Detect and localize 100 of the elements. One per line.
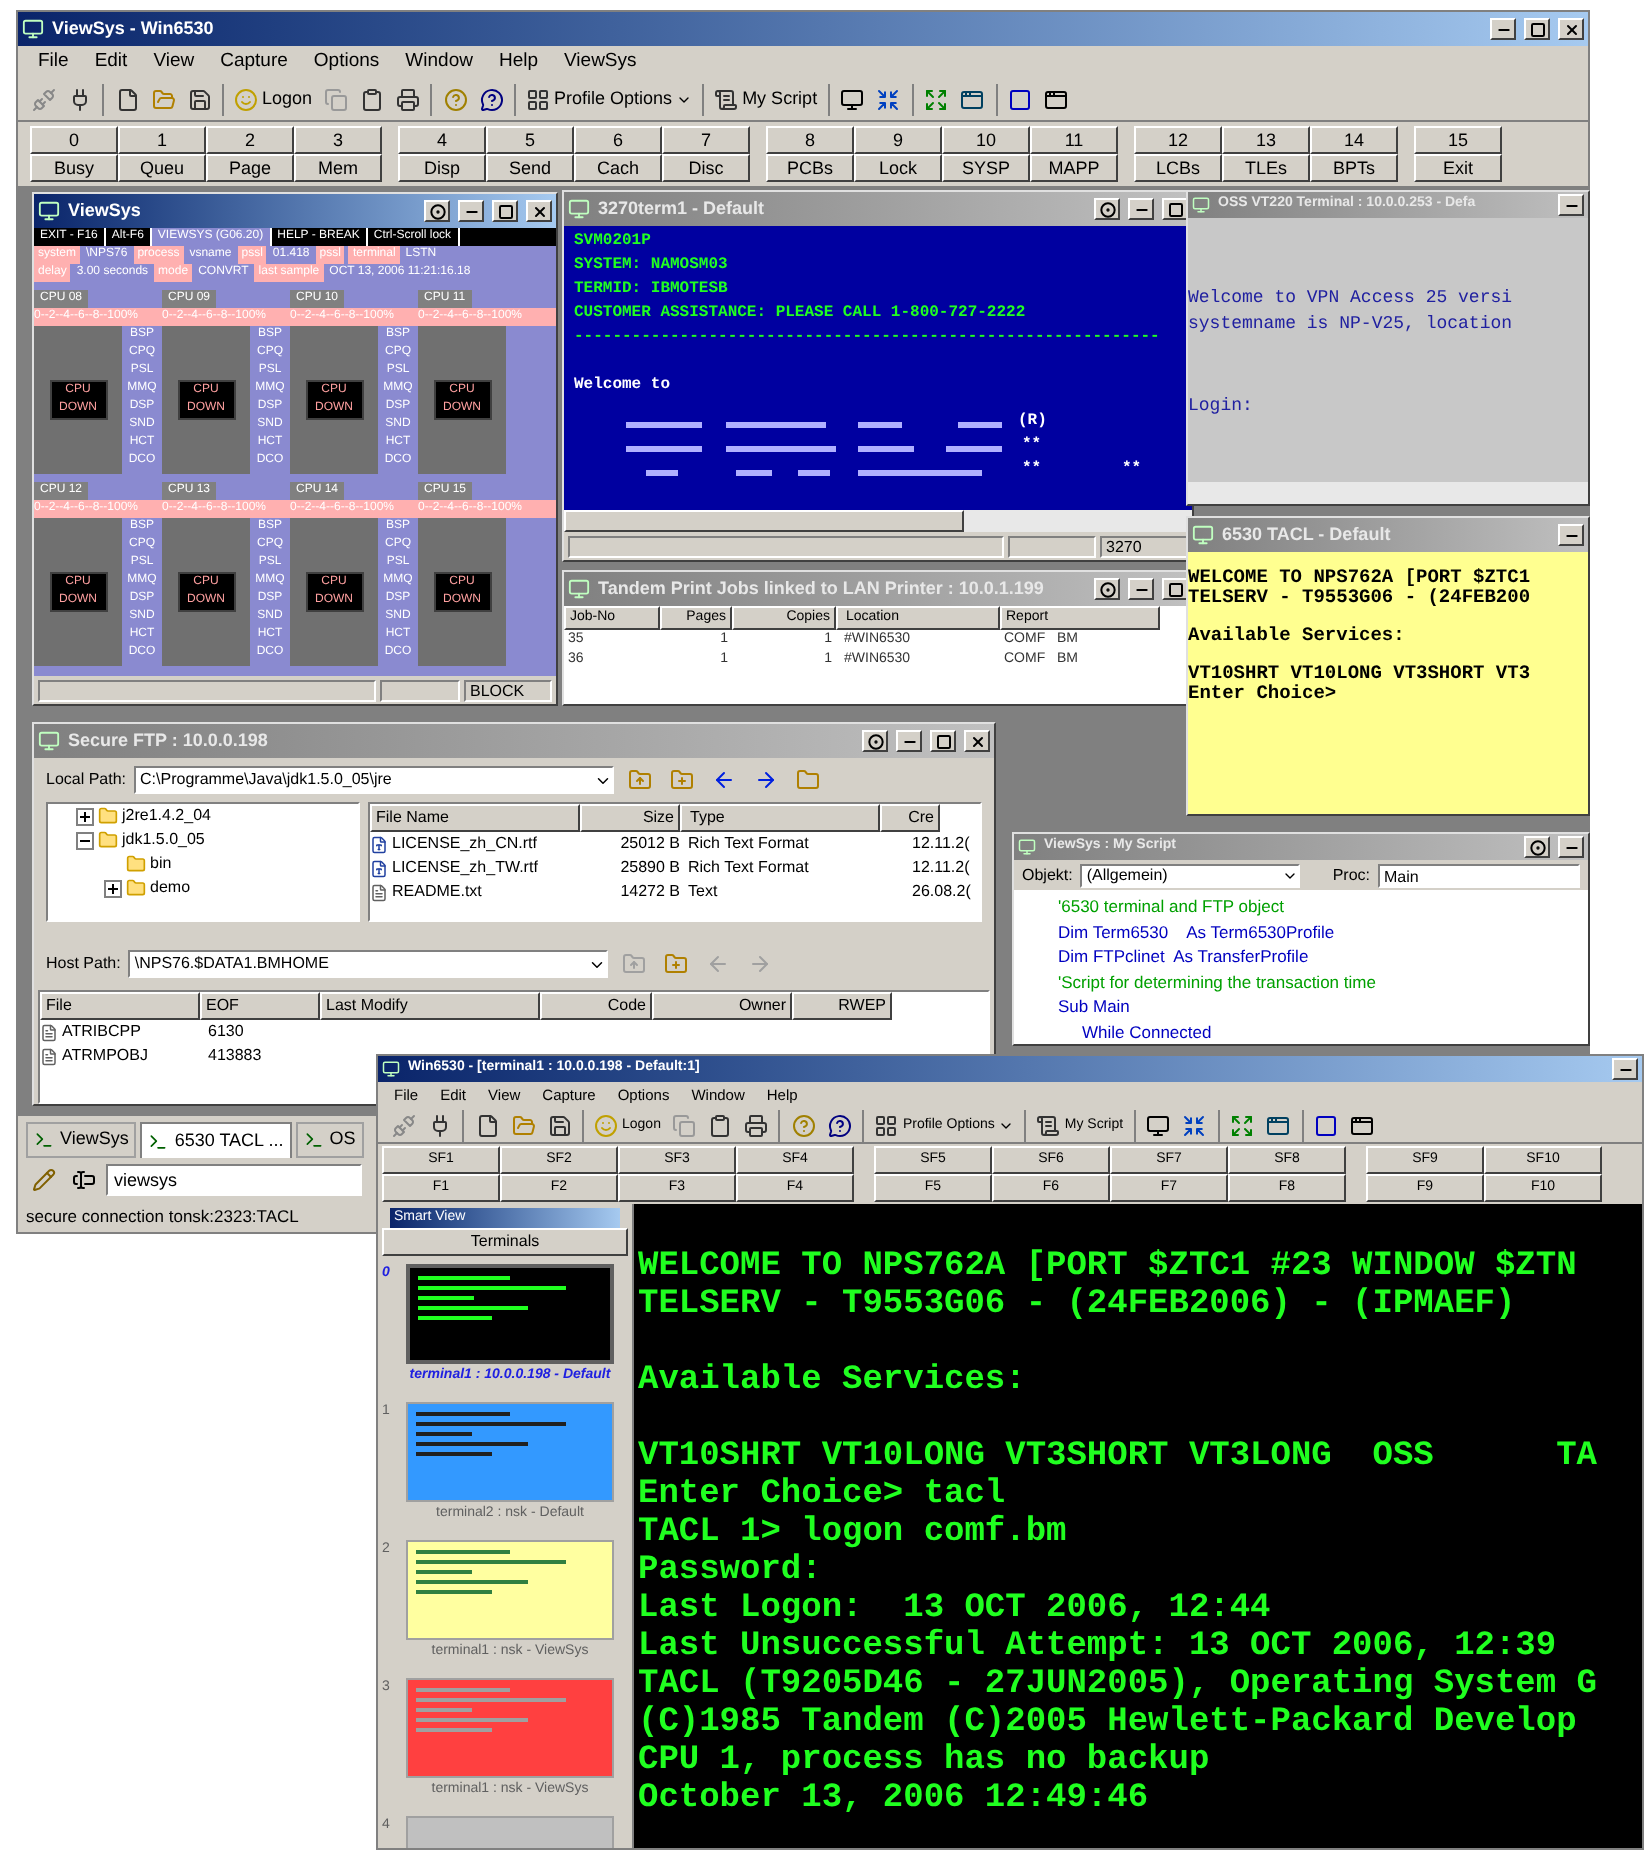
tree-item[interactable]: demo (150, 876, 191, 900)
command-input[interactable]: viewsys (106, 1163, 362, 1195)
options-icon (1099, 201, 1115, 217)
menu-item[interactable]: Edit (94, 48, 128, 78)
column-header[interactable]: Cre (880, 804, 940, 832)
minimize-button[interactable] (1612, 1058, 1638, 1080)
minimize-button[interactable] (1558, 836, 1584, 858)
local-path-field[interactable]: C:\Programme\Java\jdk1.5.0_05\jre (134, 766, 615, 794)
horizontal-scrollbar[interactable] (1188, 482, 1588, 504)
close-icon (531, 203, 547, 219)
terminal-line: Password: (638, 1552, 824, 1590)
profile-options-button[interactable]: Profile Options (522, 86, 697, 114)
edit-icon (31, 1167, 55, 1191)
proc-dropdown[interactable]: Main (1378, 863, 1580, 887)
options-button[interactable] (424, 200, 450, 222)
script-icon (714, 88, 739, 112)
maximize-icon (497, 203, 513, 219)
close-button[interactable] (1558, 18, 1584, 40)
expand-toggle-icon[interactable] (76, 807, 94, 825)
column-header[interactable]: Code (540, 992, 652, 1020)
maximize-button[interactable] (930, 730, 956, 752)
menu-item[interactable]: File (38, 48, 69, 78)
field-label: Local Path: (46, 768, 127, 792)
back-icon (711, 768, 736, 792)
minimize-button[interactable] (1490, 18, 1516, 40)
screen-icon (1314, 1114, 1339, 1138)
column-header[interactable]: Owner (652, 992, 792, 1020)
object-dropdown[interactable]: (Allgemein) (1080, 863, 1301, 887)
disconnect-icon (391, 1114, 415, 1138)
minimize-button[interactable] (1558, 524, 1584, 546)
options-button[interactable] (1094, 578, 1120, 600)
minimize-button[interactable] (896, 730, 922, 752)
minimize-button[interactable] (1558, 194, 1584, 216)
column-header[interactable]: File (40, 992, 200, 1020)
menu-item[interactable]: Capture (220, 48, 288, 78)
field-value: Main (1384, 867, 1419, 885)
terminal-icon (148, 1131, 169, 1151)
minimize-button[interactable] (1128, 198, 1154, 220)
file-name[interactable]: LICENSE_zh_CN.rtf (392, 832, 537, 856)
logon-button[interactable]: Logon (230, 86, 317, 114)
file-name[interactable]: ATRIBCPP (62, 1020, 141, 1044)
tree-item[interactable]: bin (150, 852, 172, 876)
folder-up-icon (621, 952, 646, 976)
expand-toggle-icon[interactable] (104, 879, 122, 897)
column-header[interactable]: Last Modify (320, 992, 540, 1020)
maximize-button[interactable] (1524, 18, 1550, 40)
close-button[interactable] (964, 730, 990, 752)
collapse-toggle-icon[interactable] (76, 831, 94, 849)
terminal-line: ------------------------------------------------------------- (574, 326, 1162, 350)
terminal-line: TACL (T9205D46 - 27JUN2005), Operating System G (638, 1666, 1599, 1704)
field-value: C:\Programme\Java\jdk1.5.0_05\jre (140, 768, 392, 792)
menu-item[interactable]: Help (498, 48, 539, 78)
terminal-line: Enter Choice> tacl (638, 1476, 1008, 1514)
file-name[interactable]: LICENSE_zh_TW.rtf (392, 856, 538, 880)
tree-item[interactable]: jdk1.5.0_05 (122, 828, 205, 852)
terminal-icon (303, 1130, 324, 1150)
column-header[interactable]: File Name (370, 804, 580, 832)
menu-item[interactable]: ViewSys (564, 48, 637, 78)
options-button[interactable] (1524, 836, 1550, 858)
dropdown-icon (998, 1118, 1015, 1134)
logo-mark: ** (1022, 458, 1042, 482)
dropdown-icon (676, 92, 693, 108)
my-script-button[interactable]: My Script (710, 86, 822, 114)
terminal-thumbnail[interactable] (406, 1678, 614, 1778)
monitor-icon (1146, 1114, 1171, 1138)
table-cell-text: 26.08.2( (910, 880, 973, 904)
column-header[interactable]: Size (580, 804, 680, 832)
window-tab[interactable]: OS (295, 1122, 364, 1158)
file-name[interactable]: ATRMPOBJ (62, 1044, 148, 1068)
column-header[interactable]: EOF (200, 992, 320, 1020)
blank-window-icon (1044, 88, 1069, 112)
screen-icon (1008, 88, 1033, 112)
maximize-button[interactable] (492, 200, 518, 222)
table-cell-text: Rich Text Format (686, 832, 811, 856)
window-tab[interactable]: 6530 TACL ... (140, 1122, 292, 1158)
terminal-line: (C)1985 Tandem (C)2005 Hewlett-Packard Develop (638, 1704, 1579, 1742)
terminal-thumbnail[interactable] (406, 1402, 614, 1502)
blank-window-icon (1350, 1114, 1375, 1138)
terminal-thumbnail[interactable] (406, 1264, 614, 1364)
menu-item[interactable]: Options (313, 48, 380, 78)
folder-icon (126, 878, 146, 898)
maximize-button[interactable] (1162, 198, 1188, 220)
menu-item[interactable]: View (153, 48, 195, 78)
options-button[interactable] (862, 730, 888, 752)
close-button[interactable] (526, 200, 552, 222)
terminal-line: Last Unsuccessful Attempt: 13 OCT 2006, 12:39 (638, 1628, 1559, 1666)
maximize-button[interactable] (1162, 578, 1188, 600)
column-header[interactable]: Type (680, 804, 880, 832)
column-header[interactable]: RWEP (792, 992, 892, 1020)
tree-item[interactable]: j2re1.4.2_04 (122, 804, 211, 828)
terminal-thumbnail[interactable] (406, 1540, 614, 1640)
file-name[interactable]: README.txt (392, 880, 482, 904)
minimize-button[interactable] (458, 200, 484, 222)
host-path-field[interactable]: \NPS76.$DATA1.BMHOME (128, 950, 609, 978)
horizontal-scrollbar[interactable] (564, 510, 1192, 532)
window-tab[interactable]: ViewSys (26, 1122, 137, 1158)
code-editor[interactable]: '6530 terminal and FTP object Dim Term6530 As Term6530Profile Dim FTPclinet As TransferProfile 'Script for determining the transaction time Sub Main While Connected (1014, 890, 1588, 1044)
options-button[interactable] (1094, 198, 1120, 220)
menu-item[interactable]: Window (405, 48, 473, 78)
minimize-button[interactable] (1128, 578, 1154, 600)
